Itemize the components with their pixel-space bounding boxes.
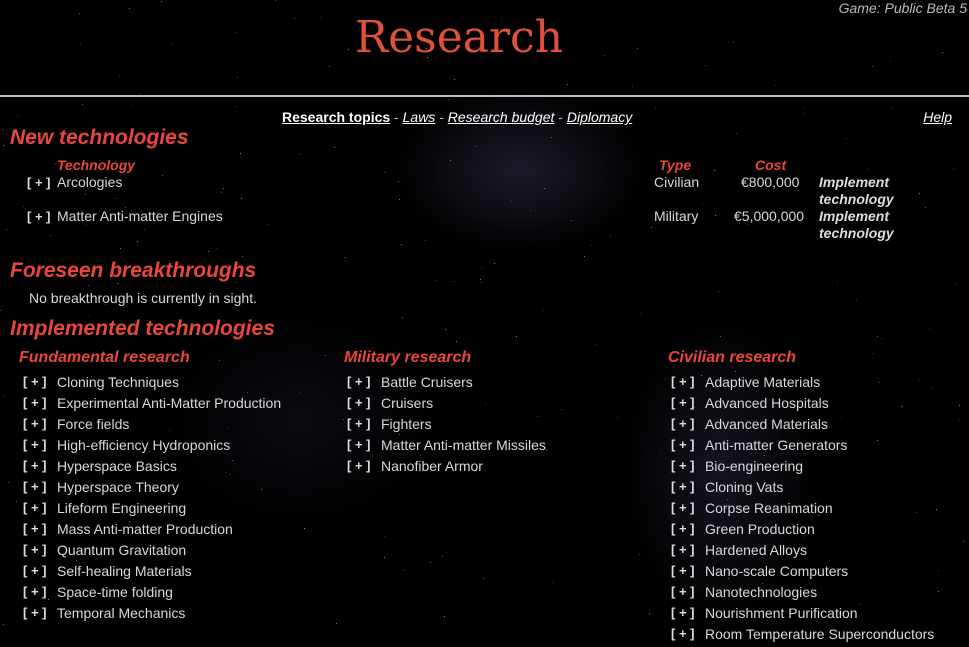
help-link[interactable]: Help (923, 109, 952, 125)
game-label: Game: Public Beta 5 (838, 0, 967, 16)
expand-toggle[interactable]: [ + ] (23, 374, 46, 389)
tech-name: Hyperspace Theory (57, 479, 179, 495)
tech-name: Space-time folding (57, 584, 173, 600)
tech-name: Nano-scale Computers (705, 563, 849, 579)
tech-name: Fighters (381, 416, 432, 432)
header-divider (0, 95, 969, 97)
expand-toggle[interactable]: [ + ] (671, 542, 694, 557)
col-cost: Cost (755, 157, 787, 173)
expand-toggle[interactable]: [ + ] (27, 209, 50, 224)
tech-name: Room Temperature Superconductors (705, 626, 935, 642)
expand-toggle[interactable]: [ + ] (23, 395, 46, 410)
expand-toggle[interactable]: [ + ] (671, 395, 694, 410)
tech-name: Nanofiber Armor (381, 458, 483, 474)
civilian-heading: Civilian research (668, 349, 797, 366)
nav-laws[interactable]: Laws (403, 109, 436, 125)
tech-name: Experimental Anti-Matter Production (57, 395, 282, 411)
expand-toggle[interactable]: [ + ] (671, 626, 694, 641)
tech-name: Nourishment Purification (705, 605, 858, 621)
expand-toggle[interactable]: [ + ] (671, 563, 694, 578)
tech-name: Matter Anti-matter Missiles (381, 437, 546, 453)
page-title: Research (355, 12, 564, 63)
tech-name: Advanced Hospitals (705, 395, 829, 411)
expand-toggle[interactable]: [ + ] (671, 437, 694, 452)
nav-bar: Research topics - Laws - Research budget… (282, 109, 632, 125)
tech-name: Mass Anti-matter Production (57, 521, 233, 537)
expand-toggle[interactable]: [ + ] (23, 584, 46, 599)
tech-name: Hyperspace Basics (57, 458, 177, 474)
nav-research-budget[interactable]: Research budget (448, 109, 555, 125)
foreseen-heading: Foreseen breakthroughs (10, 259, 257, 282)
expand-toggle[interactable]: [ + ] (23, 458, 46, 473)
expand-toggle[interactable]: [ + ] (23, 521, 46, 536)
expand-toggle[interactable]: [ + ] (347, 416, 370, 431)
tech-name: Temporal Mechanics (57, 605, 186, 621)
implemented-heading: Implemented technologies (10, 317, 275, 340)
tech-name: Advanced Materials (705, 416, 828, 432)
nav-separator: - (435, 109, 448, 125)
expand-toggle[interactable]: [ + ] (347, 437, 370, 452)
tech-name: Green Production (705, 521, 815, 537)
expand-toggle[interactable]: [ + ] (671, 584, 694, 599)
expand-toggle[interactable]: [ + ] (347, 458, 370, 473)
expand-toggle[interactable]: [ + ] (23, 605, 46, 620)
col-type: Type (659, 157, 692, 173)
expand-toggle[interactable]: [ + ] (671, 521, 694, 536)
expand-toggle[interactable]: [ + ] (23, 416, 46, 431)
col-technology: Technology (57, 157, 136, 173)
tech-name: Corpse Reanimation (705, 500, 833, 516)
tech-cost: €800,000 (741, 174, 800, 190)
expand-toggle[interactable]: [ + ] (27, 175, 50, 190)
nav-diplomacy[interactable]: Diplomacy (567, 109, 632, 125)
tech-name: Cloning Vats (705, 479, 784, 495)
nav-separator: - (554, 109, 567, 125)
expand-toggle[interactable]: [ + ] (671, 374, 694, 389)
expand-toggle[interactable]: [ + ] (671, 479, 694, 494)
tech-name: Anti-matter Generators (705, 437, 848, 453)
military-heading: Military research (344, 349, 472, 366)
nav-separator: - (390, 109, 403, 125)
expand-toggle[interactable]: [ + ] (23, 563, 46, 578)
implement-technology-button[interactable]: Implement technology (819, 208, 909, 242)
expand-toggle[interactable]: [ + ] (671, 458, 694, 473)
tech-name: Nanotechnologies (705, 584, 818, 600)
tech-name: Matter Anti-matter Engines (57, 208, 223, 224)
tech-name: Self-healing Materials (57, 563, 192, 579)
tech-name: Force fields (57, 416, 130, 432)
expand-toggle[interactable]: [ + ] (23, 479, 46, 494)
expand-toggle[interactable]: [ + ] (23, 500, 46, 515)
new-tech-heading: New technologies (10, 126, 189, 149)
expand-toggle[interactable]: [ + ] (347, 374, 370, 389)
expand-toggle[interactable]: [ + ] (671, 500, 694, 515)
tech-name: Hardened Alloys (705, 542, 807, 558)
fundamental-heading: Fundamental research (19, 349, 190, 366)
tech-name: Bio-engineering (705, 458, 804, 474)
foreseen-text: No breakthrough is currently in sight. (29, 290, 257, 306)
tech-name: Cruisers (381, 395, 434, 411)
expand-toggle[interactable]: [ + ] (347, 395, 370, 410)
expand-toggle[interactable]: [ + ] (23, 542, 46, 557)
tech-name: Battle Cruisers (381, 374, 473, 390)
tech-name: High-efficiency Hydroponics (57, 437, 231, 453)
tech-name: Cloning Techniques (57, 374, 179, 390)
tech-cost: €5,000,000 (734, 208, 805, 224)
implement-technology-button[interactable]: Implement technology (819, 174, 909, 208)
tech-type: Civilian (654, 174, 700, 190)
nav-research-topics[interactable]: Research topics (282, 109, 390, 125)
tech-name: Lifeform Engineering (57, 500, 187, 516)
expand-toggle[interactable]: [ + ] (23, 437, 46, 452)
tech-type: Military (654, 208, 699, 224)
expand-toggle[interactable]: [ + ] (671, 605, 694, 620)
tech-name: Adaptive Materials (705, 374, 821, 390)
tech-name: Quantum Gravitation (57, 542, 187, 558)
tech-name: Arcologies (57, 174, 123, 190)
expand-toggle[interactable]: [ + ] (671, 416, 694, 431)
